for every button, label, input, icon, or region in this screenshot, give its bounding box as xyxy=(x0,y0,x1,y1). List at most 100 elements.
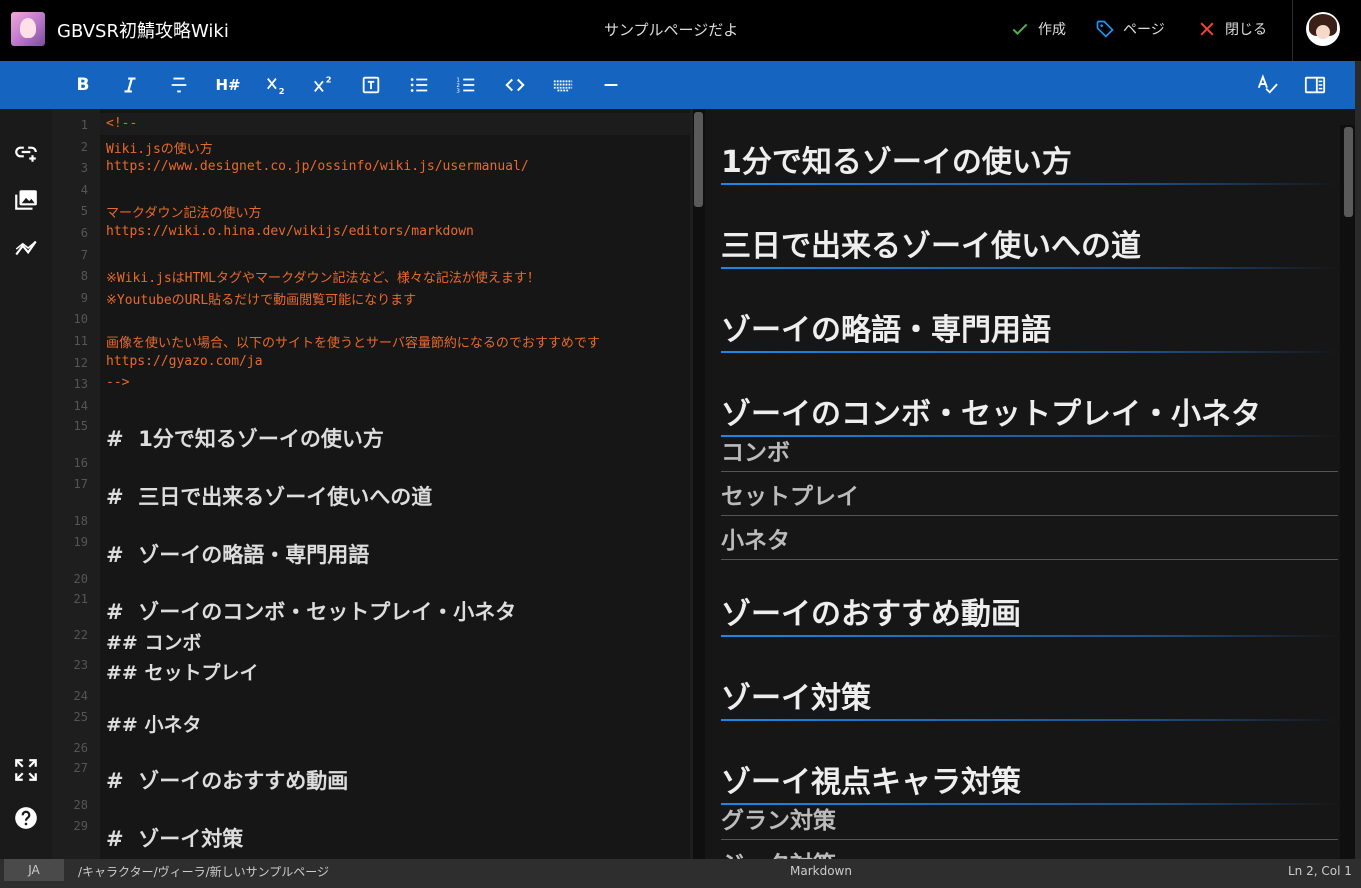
italic-button[interactable] xyxy=(117,73,143,97)
code-button[interactable] xyxy=(502,73,528,97)
line-number: 17 xyxy=(73,477,88,491)
top-app-bar: GBVSR初鯖攻略Wiki サンプルページだよ 作成 ページ 閉じる xyxy=(0,0,1361,61)
keyboard-icon xyxy=(553,80,573,92)
status-bar: JA /キャラクター/ヴィーラ/新しいサンプルページ Markdown Ln 2… xyxy=(0,859,1361,888)
editor-line: 23 ## セットプレイ xyxy=(52,656,690,686)
heading-button[interactable]: H# xyxy=(213,73,243,97)
editor-line: 26 xyxy=(52,738,690,760)
markdown-heading-text: # 1分で知るゾーイの使い方 xyxy=(106,427,384,452)
editor-line: 2 Wiki.jsの使い方 xyxy=(52,137,690,159)
editor-line: 29 # ゾーイ対策 xyxy=(52,817,690,853)
editor-line: 25 ## 小ネタ xyxy=(52,708,690,738)
editor-line: 4 xyxy=(52,180,690,202)
preview-heading-1: ゾーイ対策 xyxy=(721,673,1338,721)
site-title[interactable]: GBVSR初鯖攻略Wiki xyxy=(57,17,229,43)
italic-icon xyxy=(124,77,136,93)
spellcheck-button[interactable] xyxy=(1254,73,1280,97)
preview-heading-1: ゾーイのコンボ・セットプレイ・小ネタ xyxy=(721,389,1338,437)
line-number: 10 xyxy=(73,312,88,327)
code-text: <!-- xyxy=(106,116,138,131)
editor-line: 13 --> xyxy=(52,374,690,396)
markdown-heading-text: # 三日で出来るゾーイ使いへの道 xyxy=(106,485,433,509)
superscript-button[interactable]: 2 xyxy=(310,73,336,97)
line-number: 15 xyxy=(73,419,88,434)
editor-line: 28 xyxy=(52,795,690,817)
markdown-editor[interactable]: 1 <!-- 2 Wiki.jsの使い方 3 https://www.designet.c… xyxy=(52,109,690,859)
page-title[interactable]: サンプルページだよ xyxy=(604,19,738,40)
numbered-list-button[interactable]: 123 xyxy=(453,73,479,97)
site-logo[interactable] xyxy=(11,12,45,46)
insert-assets-button[interactable] xyxy=(13,187,39,213)
editor-line: 16 xyxy=(52,453,690,475)
blockquote-button[interactable] xyxy=(358,73,384,97)
help-button[interactable] xyxy=(13,805,39,831)
insert-diagram-button[interactable] xyxy=(13,235,39,261)
create-button[interactable]: 作成 xyxy=(1010,17,1066,41)
split-view-icon xyxy=(1304,76,1326,94)
help-icon xyxy=(15,807,37,829)
preview-scrollbar-thumb[interactable] xyxy=(1344,127,1353,217)
cursor-position: Ln 2, Col 1 xyxy=(1288,864,1352,878)
line-number: 5 xyxy=(80,204,88,219)
line-number: 27 xyxy=(73,761,88,776)
preview-heading-2: コンボ xyxy=(721,433,1338,472)
editor-sidebar xyxy=(0,109,52,859)
horizontal-rule-button[interactable] xyxy=(598,73,624,97)
editor-line: 21 # ゾーイのコンボ・セットプレイ・小ネタ xyxy=(52,590,690,626)
fullscreen-icon xyxy=(15,759,37,781)
code-icon xyxy=(505,78,525,92)
editor-line: 18 xyxy=(52,511,690,533)
toggle-preview-button[interactable] xyxy=(1302,73,1328,97)
preview-heading-1: ゾーイ視点キャラ対策 xyxy=(721,757,1338,805)
markdown-heading-text: ## セットプレイ xyxy=(106,662,259,685)
line-number: 14 xyxy=(73,398,88,413)
line-number: 6 xyxy=(80,226,88,240)
code-text: ※Wiki.jsはHTMLタグやマークダウン記法など、様々な記法が使えます！ xyxy=(106,271,540,287)
markdown-heading-text: ## コンボ xyxy=(106,632,202,655)
editor-line: 5 マークダウン記法の使い方 xyxy=(52,201,690,223)
spellcheck-icon xyxy=(1257,74,1278,94)
page-label: ページ xyxy=(1123,22,1165,38)
user-avatar[interactable] xyxy=(1306,12,1340,46)
strikethrough-icon xyxy=(171,77,187,93)
code-text: https://gyazo.com/ja xyxy=(106,353,263,369)
page-properties-button[interactable]: ページ xyxy=(1095,17,1165,41)
editor-line: 1 <!-- xyxy=(52,115,690,137)
preview-heading-2: グラン対策 xyxy=(721,801,1338,840)
bold-button[interactable]: B xyxy=(70,73,96,97)
code-text: マークダウン記法の使い方 xyxy=(106,206,262,222)
insert-link-button[interactable] xyxy=(13,139,39,165)
line-number: 3 xyxy=(80,161,88,176)
strikethrough-button[interactable] xyxy=(166,73,192,97)
editor-scrollbar-thumb[interactable] xyxy=(694,112,703,207)
preview-heading-2: ジータ対策 xyxy=(721,845,1338,859)
code-text: ※YoutubeのURL貼るだけで動画閲覧可能になります xyxy=(106,292,417,308)
line-number: 24 xyxy=(73,689,88,704)
chart-line-icon xyxy=(15,240,37,256)
code-text: https://www.designet.co.jp/ossinfo/wiki.… xyxy=(106,159,529,175)
subscript-button[interactable]: 2 xyxy=(263,73,289,97)
editor-line: 9 ※YoutubeのURL貼るだけで動画閲覧可能になります xyxy=(52,288,690,310)
fullscreen-button[interactable] xyxy=(13,757,39,783)
editor-line: 8 ※Wiki.jsはHTMLタグやマークダウン記法など、様々な記法が使えます！ xyxy=(52,266,690,288)
line-number: 23 xyxy=(73,658,88,673)
close-button[interactable]: 閉じる xyxy=(1197,17,1267,41)
svg-text:2: 2 xyxy=(326,74,332,84)
bullet-list-button[interactable] xyxy=(406,73,432,97)
preview-scrollbar[interactable] xyxy=(1340,125,1355,859)
keyboard-button[interactable] xyxy=(550,73,576,97)
markdown-heading-text: # ゾーイのコンボ・セットプレイ・小ネタ xyxy=(106,600,517,625)
editor-scrollbar[interactable] xyxy=(693,109,705,859)
line-number: 1 xyxy=(80,118,88,132)
preview-heading-1: 1分で知るゾーイの使い方 xyxy=(721,137,1338,185)
minus-icon xyxy=(604,83,618,87)
line-number: 4 xyxy=(80,182,88,197)
markdown-heading-text: # ゾーイのおすすめ動画 xyxy=(106,769,349,794)
markdown-heading-text: # ゾーイの略語・専門用語 xyxy=(106,542,370,567)
line-number: 28 xyxy=(73,798,88,813)
editor-line: 7 xyxy=(52,245,690,267)
tag-icon xyxy=(1096,20,1114,38)
superscript-icon: 2 xyxy=(314,74,332,92)
editor-mode: Markdown xyxy=(790,864,852,878)
locale-badge[interactable]: JA xyxy=(4,859,64,881)
